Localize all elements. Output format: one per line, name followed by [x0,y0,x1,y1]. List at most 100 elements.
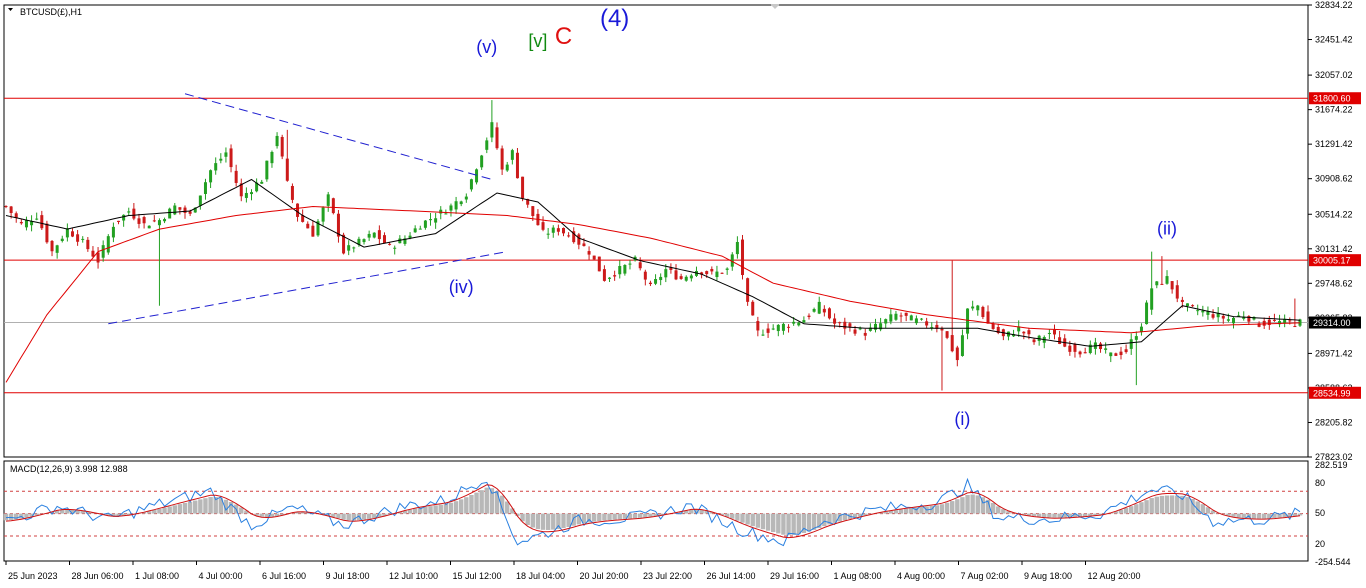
macd-histogram-bar [484,487,489,514]
macd-histogram-bar [1031,513,1037,517]
macd-histogram-bar [591,513,597,522]
macd-histogram-bar [530,513,536,528]
macd-histogram-bar [479,490,484,514]
price-axis-label: 29748.62 [1315,278,1353,288]
macd-histogram-bar [1297,513,1303,516]
candle [398,235,402,244]
candle [914,315,918,325]
macd-histogram-bar [459,499,464,514]
candle [960,329,964,357]
candle [500,145,504,175]
candle [132,202,136,221]
macd-histogram-bar [556,513,561,529]
macd-histogram-bar [1251,513,1257,519]
candle [367,230,371,241]
time-axis-label: 9 Jul 18:00 [326,571,370,581]
candle [117,220,121,225]
candle [157,218,161,306]
macd-histogram-bar [412,508,418,514]
macd-histogram-bar [648,513,653,517]
collapse-triangle-icon[interactable] [8,8,13,11]
macd-histogram-bar [632,513,638,519]
macd-histogram-bar [796,513,801,535]
macd-histogram-bar [1154,496,1159,514]
wave-label[interactable]: (v) [476,37,497,57]
candle [1129,333,1133,355]
candle [60,235,64,243]
candle [377,225,381,245]
macd-histogram-bar [1149,498,1154,514]
macd-histogram-bar [970,494,975,514]
price-axis-label: 30908.62 [1315,174,1353,184]
candle [275,132,279,149]
candle [19,218,23,225]
candle [459,200,463,207]
candle [679,273,683,280]
candle [638,257,642,271]
macd-histogram-bar [898,509,904,514]
candle [1175,280,1179,303]
chart-canvas: (v) [v] C (4) (iv) (i) (ii) 32834.22 32451.42 32… [3,0,1361,581]
macd-histogram-bar [208,497,213,514]
candle [827,307,831,320]
wave-label[interactable]: (ii) [1157,218,1177,238]
scroll-marker-icon[interactable] [770,4,780,9]
candle [1155,280,1159,289]
wave-label[interactable]: (4) [600,5,629,32]
wave-label[interactable]: [v] [528,31,547,51]
macd-histogram-bar [950,501,955,514]
macd-histogram-bar [193,500,198,514]
candle [925,317,929,329]
candle [198,195,202,210]
macd-histogram-bar [1052,513,1057,518]
macd-histogram-bar [551,513,556,530]
candle [1278,314,1282,328]
candle [91,246,95,258]
macd-histogram-bar [60,510,65,514]
symbol-label: BTCUSD(£),H1 [20,7,82,17]
candle [577,232,581,250]
macd-histogram-bar [1047,513,1052,518]
macd-histogram-bar [494,491,500,514]
candle [224,147,228,163]
macd-histogram-bar [469,494,474,514]
candle [950,260,954,353]
candle [495,122,499,150]
macd-histogram-bar [346,513,351,521]
candle [403,235,407,246]
candle [1073,342,1077,358]
macd-histogram-bar [612,513,617,520]
candle [1099,341,1103,353]
wave-label[interactable]: (iv) [449,277,474,297]
candle [643,269,647,286]
candle [966,308,970,340]
candle [1012,329,1016,337]
candle [1022,331,1026,340]
candle [505,161,509,172]
macd-histogram-bar [965,494,970,514]
time-axis-label: 20 Jul 20:00 [580,571,629,581]
candle [1104,342,1108,354]
candle [822,305,826,317]
candle [1119,346,1123,360]
candle [1042,335,1046,349]
macd-histogram-bar [638,513,643,518]
candle [1206,306,1210,320]
macd-histogram-bar [740,513,745,523]
macd-histogram-bar [24,513,29,518]
candle [86,237,90,252]
macd-histogram-bar [172,505,177,514]
candle [618,260,622,279]
candle [1047,329,1051,340]
trendline[interactable] [108,251,508,325]
wave-label[interactable]: C [555,23,572,50]
candle [40,210,44,230]
macd-histogram-bar [489,488,495,514]
candle [480,154,484,170]
macd-histogram-bar [341,513,346,520]
wave-label[interactable]: (i) [954,409,970,429]
candle [971,300,975,311]
macd-histogram-bar [545,513,551,530]
candle [776,324,780,337]
candle [879,317,883,332]
